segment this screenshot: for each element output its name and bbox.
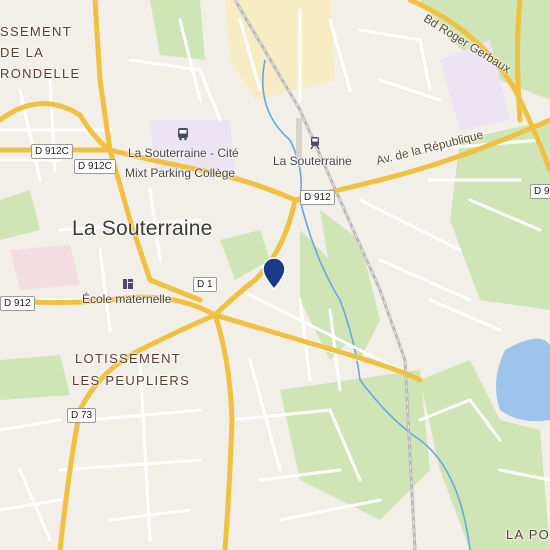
lake — [496, 338, 550, 422]
district-label-peupliers: LOTISSEMENT — [75, 351, 182, 366]
district-label: DE LA — [0, 45, 45, 60]
road-shield-d912: D 912 — [300, 190, 335, 205]
park-area — [0, 190, 40, 240]
road-shield-d912c: D 912C — [31, 144, 73, 159]
road-shield-d912: D 91 — [530, 184, 550, 199]
bus-stop-label[interactable]: La Souterraine - Cité — [128, 147, 239, 159]
road-shield-d73: D 73 — [67, 408, 97, 423]
map-view[interactable]: SSEMENT DE LA RONDELLE LOTISSEMENT LES P… — [0, 0, 550, 550]
road-shield-d912: D 912 — [0, 296, 35, 311]
minor-road — [0, 418, 62, 542]
school-icon[interactable] — [121, 277, 135, 291]
district-label: SSEMENT — [0, 24, 72, 39]
district-label: RONDELLE — [0, 66, 81, 81]
district-label: LA PO — [506, 527, 550, 542]
land-use-zone — [10, 245, 80, 290]
road-shield-d1: D 1 — [193, 277, 217, 292]
land-use-zone — [225, 0, 335, 100]
road-d1-south — [212, 312, 235, 550]
school-label[interactable]: École maternelle — [82, 293, 171, 305]
district-label-peupliers: LES PEUPLIERS — [72, 373, 191, 388]
city-label[interactable]: La Souterraine — [72, 218, 213, 239]
bus-stop-label[interactable]: Mixt Parking Collège — [125, 167, 235, 179]
train-icon[interactable] — [308, 136, 322, 150]
station-platform — [296, 118, 302, 158]
park-area — [150, 0, 205, 60]
park-area — [0, 355, 70, 400]
train-station-label[interactable]: La Souterraine — [273, 155, 352, 167]
location-marker-icon[interactable] — [261, 256, 287, 292]
road-ne — [515, 0, 523, 123]
bus-icon[interactable] — [176, 127, 190, 141]
park-area — [450, 120, 550, 310]
road-shield-d912c: D 912C — [74, 159, 116, 174]
